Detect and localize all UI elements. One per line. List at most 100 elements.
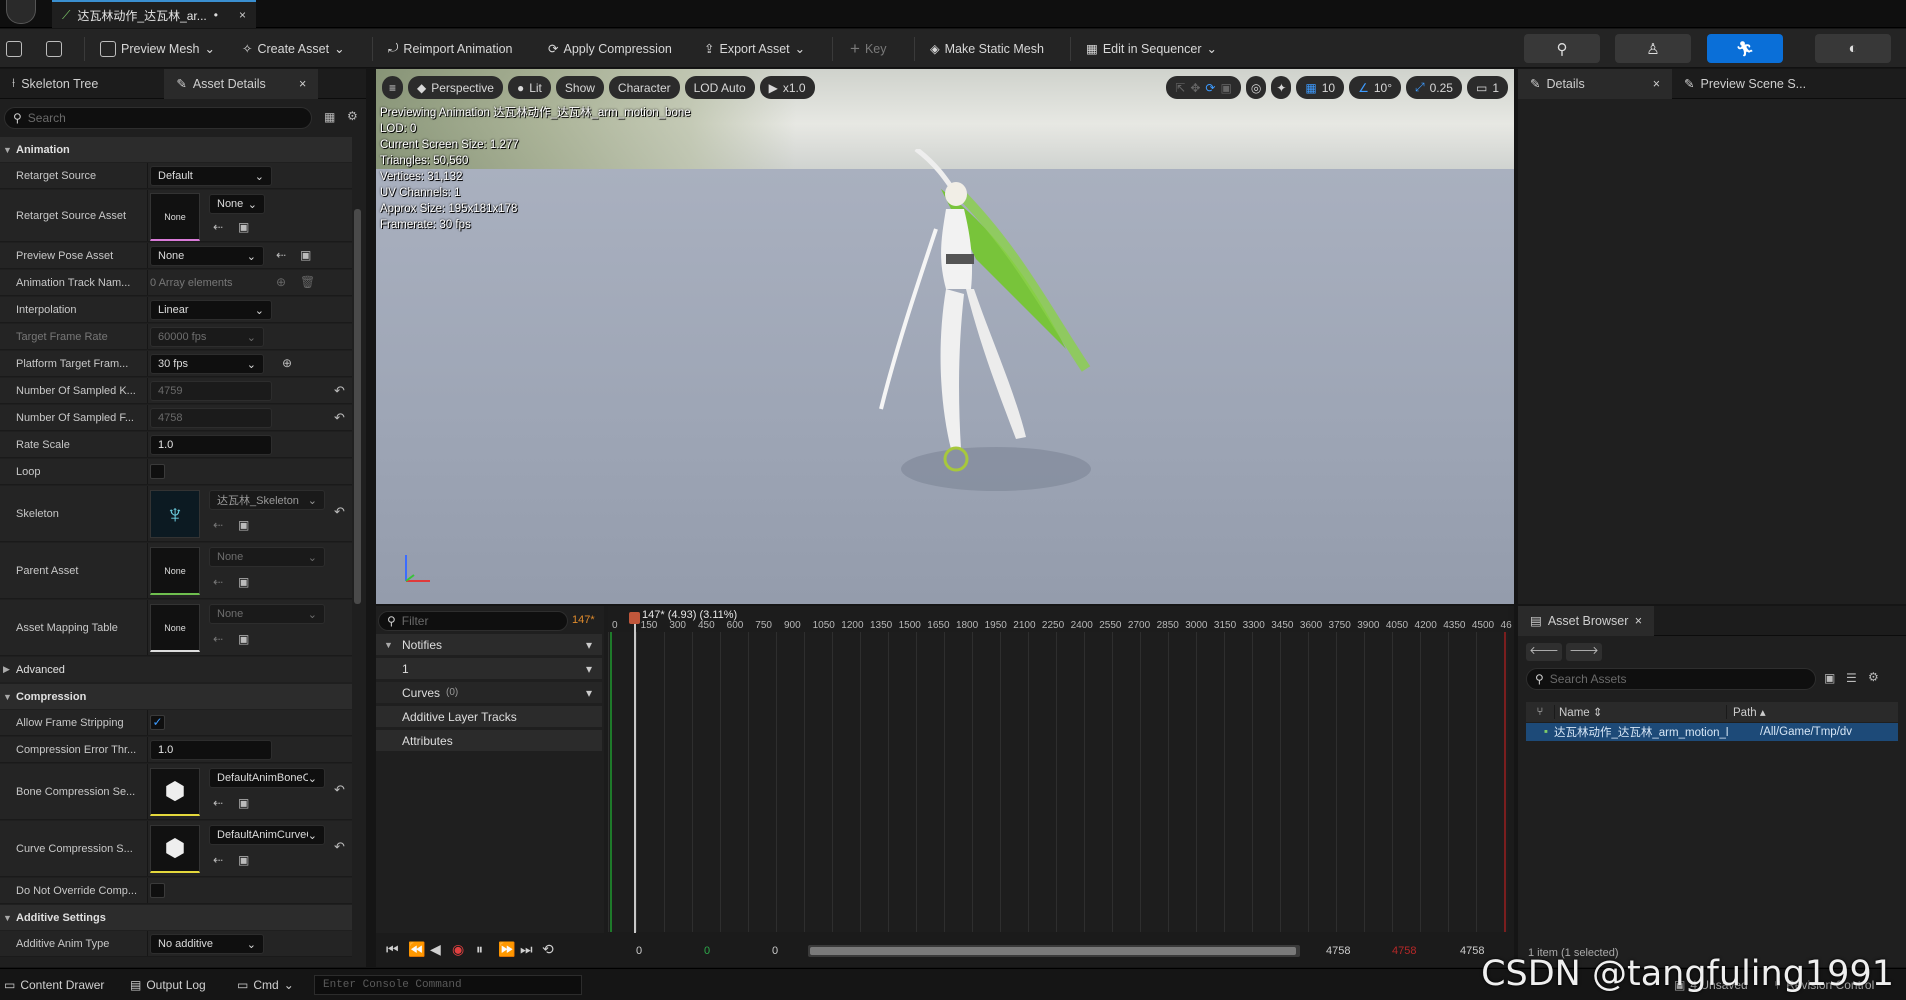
mapping-table-thumbnail[interactable]: None (150, 604, 200, 652)
retarget-source-combo[interactable]: Default ⌄ (150, 166, 272, 186)
save-button[interactable] (6, 36, 22, 61)
tab-skeleton-tree[interactable]: ⟊ Skeleton Tree (0, 69, 110, 99)
browse-asset-icon[interactable]: ▣ (238, 518, 249, 532)
platform-frame-rate-combo[interactable]: 30 fps ⌄ (150, 354, 264, 374)
details-search-input[interactable]: ⚲ Search (4, 107, 312, 129)
tab-preview-scene[interactable]: ✎ Preview Scene S... (1672, 69, 1818, 99)
timeline-scroll-thumb[interactable] (810, 947, 1296, 955)
scale-snap-button[interactable]: ⤢ 0.25 (1406, 76, 1462, 99)
section-additive-settings[interactable]: ▼ Additive Settings (0, 905, 352, 930)
reset-arrow-icon[interactable]: ↶ (334, 839, 345, 855)
use-selected-icon[interactable]: ⇠ (213, 632, 223, 646)
use-selected-icon[interactable]: ⇠ (213, 518, 223, 532)
additive-type-combo[interactable]: No additive ⌄ (150, 934, 264, 954)
loop-icon[interactable]: ⟲ (542, 941, 554, 958)
settings-gear-icon[interactable]: ⚙ (1868, 670, 1879, 684)
preview-mesh-button[interactable]: Preview Mesh ⌄ (100, 36, 215, 61)
step-forward-icon[interactable]: ⏩ (498, 941, 515, 958)
browse-asset-icon[interactable]: ▣ (238, 575, 249, 589)
parent-asset-thumbnail[interactable]: None (150, 547, 200, 595)
asset-row[interactable]: ▪ 达瓦林动作_达瓦林_arm_motion_l /All/Game/Tmp/d… (1526, 723, 1898, 741)
browse-asset-icon[interactable]: ▣ (238, 853, 249, 867)
browse-asset-icon[interactable]: ▣ (238, 220, 249, 234)
close-icon[interactable]: × (1635, 614, 1642, 628)
curve-compression-thumbnail[interactable]: ⬢ (150, 825, 200, 873)
section-animation[interactable]: ▼ Animation (0, 137, 352, 162)
edit-in-sequencer-button[interactable]: ▦ Edit in Sequencer ⌄ (1086, 36, 1217, 61)
interpolation-combo[interactable]: Linear ⌄ (150, 300, 272, 320)
view-range-end[interactable]: 4758 (1326, 945, 1350, 957)
pause-icon[interactable]: ⏸ (476, 941, 483, 958)
transform-tools-group[interactable]: ⇱ ✥ ⟳ ▣ (1166, 76, 1241, 99)
physics-mode-button[interactable]: ◐ (1815, 34, 1891, 63)
content-drawer-button[interactable]: ▭ Content Drawer (4, 978, 104, 992)
perspective-button[interactable]: ◆ Perspective (408, 76, 503, 99)
skip-to-end-icon[interactable]: ⏭ (520, 941, 533, 958)
compression-error-field[interactable]: 1.0 (150, 740, 272, 760)
bone-compression-thumbnail[interactable]: ⬢ (150, 768, 200, 816)
curve-compression-combo[interactable]: DefaultAnimCurveC ⌄ (209, 825, 325, 845)
skeleton-mode-button[interactable]: ⚲ (1524, 34, 1600, 63)
preview-pose-combo[interactable]: None ⌄ (150, 246, 264, 266)
column-name-header[interactable]: Name ⇕ (1554, 705, 1726, 719)
viewport-menu-button[interactable]: ≡ (382, 76, 404, 99)
add-element-icon[interactable]: ⊕ (282, 356, 292, 370)
history-back-button[interactable]: 🡐 (1526, 643, 1562, 661)
key-button[interactable]: + Key (850, 36, 886, 61)
tab-details[interactable]: ✎ Details × (1518, 68, 1672, 99)
track-additive-layers[interactable]: Additive Layer Tracks (376, 706, 602, 727)
use-selected-icon[interactable]: ⇠ (213, 796, 223, 810)
history-forward-button[interactable]: 🡒 (1566, 643, 1602, 661)
tab-asset-browser[interactable]: ▤ Asset Browser × (1518, 605, 1654, 636)
grid-snap-button[interactable]: ▦ 10 (1296, 76, 1345, 99)
retarget-asset-combo[interactable]: None ⌄ (209, 194, 265, 214)
use-selected-icon[interactable]: ⇠ (213, 853, 223, 867)
browse-asset-icon[interactable]: ▣ (238, 632, 249, 646)
track-notifies[interactable]: ▼ Notifies ▾ (376, 634, 602, 655)
loop-checkbox[interactable] (150, 464, 165, 479)
animation-mode-button[interactable]: 🏃︎ (1707, 34, 1783, 63)
rate-scale-field[interactable]: 1.0 (150, 435, 272, 455)
preview-viewport[interactable]: ≡ ◆ Perspective ● Lit Show Character LOD A… (376, 69, 1514, 604)
browse-asset-icon[interactable]: ▣ (300, 248, 311, 262)
trash-icon[interactable]: 🗑︎ (300, 275, 315, 289)
browse-button[interactable] (46, 36, 62, 61)
world-local-button[interactable]: ◎ (1245, 76, 1267, 99)
reimport-animation-button[interactable]: ⤾ Reimport Animation (388, 36, 513, 61)
use-selected-icon[interactable]: ⇠ (213, 220, 223, 234)
camera-speed-button[interactable]: ▭ 1 (1466, 76, 1508, 99)
track-attributes[interactable]: Attributes (376, 730, 602, 751)
dropdown-arrow-icon[interactable]: ▾ (586, 662, 592, 676)
section-compression[interactable]: ▼ Compression (0, 684, 352, 709)
dropdown-arrow-icon[interactable]: ▾ (586, 686, 592, 700)
frame-stripping-checkbox[interactable]: ✓ (150, 715, 165, 730)
playback-speed-button[interactable]: ▶ x1.0 (759, 76, 815, 99)
column-path-header[interactable]: Path ▴ (1726, 705, 1766, 719)
console-input[interactable]: Enter Console Command (314, 975, 582, 995)
document-tab[interactable]: ⟋ 达瓦林动作_达瓦林_ar... • × (52, 0, 256, 28)
close-icon[interactable]: × (1653, 77, 1660, 91)
details-scrollbar[interactable] (354, 209, 361, 604)
use-selected-icon[interactable]: ⇠ (276, 248, 286, 262)
playhead-handle[interactable] (629, 612, 640, 624)
skeleton-thumbnail[interactable]: ♆ (150, 490, 200, 538)
record-icon[interactable]: ◉ (452, 941, 464, 958)
settings-gear-icon[interactable]: ⚙ (347, 109, 358, 123)
step-back-icon[interactable]: ⏪ (408, 941, 425, 958)
playback-range-start[interactable]: 0 (704, 945, 710, 957)
working-range-start[interactable]: 0 (772, 945, 778, 957)
view-range-start[interactable]: 0 (636, 945, 642, 957)
add-element-icon[interactable]: ⊕ (276, 275, 286, 289)
do-not-override-checkbox[interactable] (150, 883, 165, 898)
retarget-thumbnail[interactable]: None (150, 193, 200, 241)
make-static-mesh-button[interactable]: ◈ Make Static Mesh (930, 36, 1044, 61)
close-tab-icon[interactable]: × (239, 8, 246, 22)
filter-icon[interactable]: ☰ (1846, 671, 1857, 685)
unreal-logo-icon[interactable] (6, 0, 36, 24)
surface-snap-button[interactable]: ✦ (1271, 76, 1292, 99)
show-button[interactable]: Show (555, 76, 604, 99)
use-selected-icon[interactable]: ⇠ (213, 575, 223, 589)
reset-arrow-icon[interactable]: ↶ (334, 410, 345, 426)
lit-button[interactable]: ● Lit (507, 76, 551, 99)
section-advanced[interactable]: ▶ Advanced (0, 657, 352, 682)
